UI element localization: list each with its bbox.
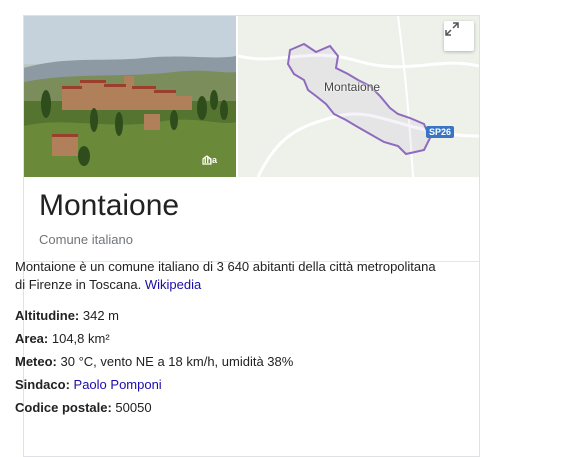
fact-value: 104,8 km² bbox=[48, 331, 110, 346]
fact-area: Area: 104,8 km² bbox=[15, 327, 445, 350]
fact-meteo: Meteo: 30 °C, vento NE a 18 km/h, umidit… bbox=[15, 350, 445, 373]
wikipedia-link[interactable]: Wikipedia bbox=[145, 277, 201, 292]
map-drawing bbox=[238, 16, 479, 177]
title-section: Montaione Comune italiano bbox=[24, 177, 479, 262]
fact-sindaco: Sindaco: Paolo Pomponi bbox=[15, 373, 445, 396]
media-strip: iha Montaione SP26 bbox=[24, 16, 479, 177]
entity-description: Montaione è un comune italiano di 3 640 … bbox=[15, 258, 445, 294]
fact-value: 30 °C, vento NE a 18 km/h, umidità 38% bbox=[56, 354, 294, 369]
photo-watermark: iha bbox=[202, 155, 217, 165]
fact-label: Altitudine: bbox=[15, 308, 80, 323]
map-thumbnail[interactable]: Montaione SP26 bbox=[238, 16, 479, 177]
description-text: Montaione è un comune italiano di 3 640 … bbox=[15, 259, 436, 292]
fact-label: Area: bbox=[15, 331, 49, 346]
fact-label: Sindaco: bbox=[15, 377, 70, 392]
facts-list: Altitudine: 342 m Area: 104,8 km² Meteo:… bbox=[15, 304, 445, 419]
fact-value: 342 m bbox=[79, 308, 120, 323]
fact-altitudine: Altitudine: 342 m bbox=[15, 304, 445, 327]
entity-subtitle: Comune italiano bbox=[39, 232, 133, 247]
fact-value: 50050 bbox=[111, 400, 152, 415]
map-place-label: Montaione bbox=[324, 80, 381, 94]
fact-codice-postale: Codice postale: 50050 bbox=[15, 396, 445, 419]
road-badge: SP26 bbox=[426, 126, 455, 138]
entity-title: Montaione bbox=[39, 189, 180, 222]
fact-label: Codice postale: bbox=[15, 400, 112, 415]
expand-map-button[interactable] bbox=[444, 21, 474, 51]
town-photo[interactable]: iha bbox=[24, 16, 236, 177]
fact-label[interactable]: Meteo: bbox=[15, 354, 57, 369]
sindaco-link[interactable]: Paolo Pomponi bbox=[74, 377, 162, 392]
town-photo-illustration bbox=[24, 16, 236, 177]
